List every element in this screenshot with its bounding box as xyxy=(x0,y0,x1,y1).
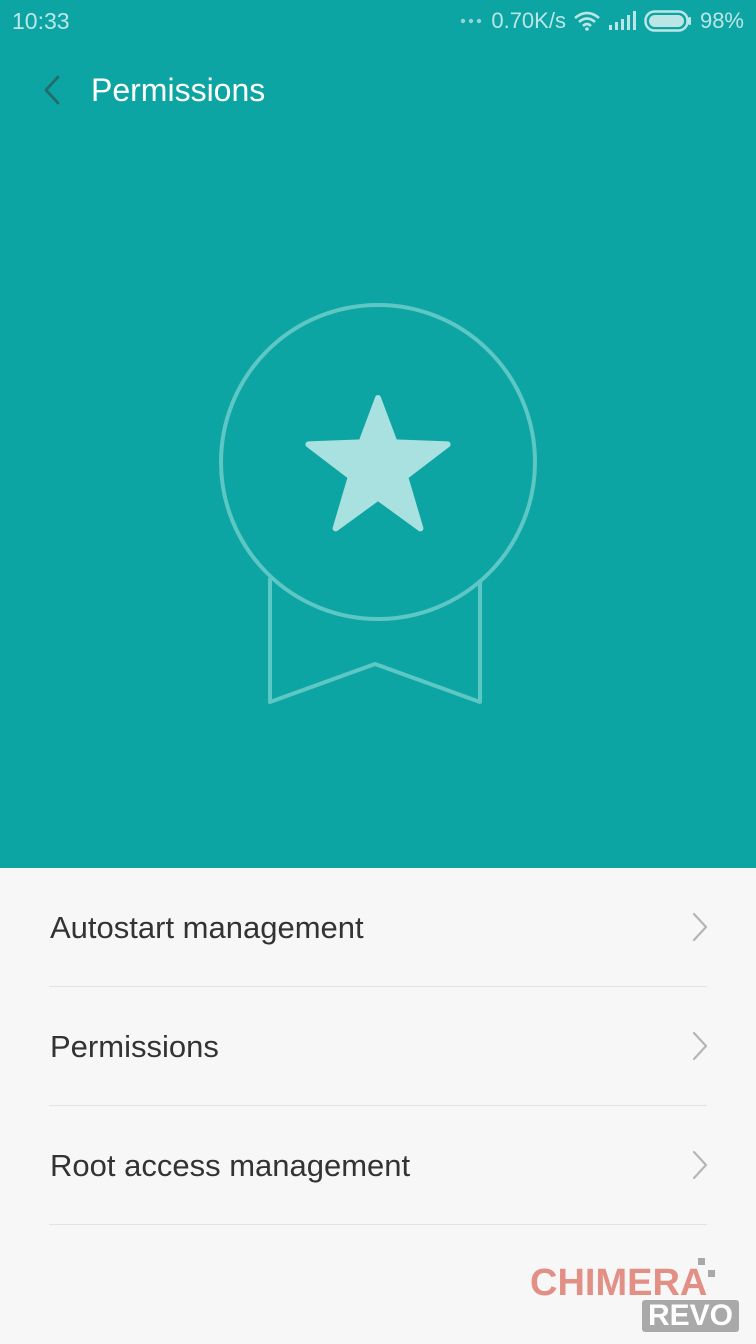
watermark-logo: CHIMERA REVO xyxy=(528,1256,746,1336)
back-button[interactable] xyxy=(30,64,74,116)
hero-banner: 10:33 0.70K/s 98% Permissions xyxy=(0,0,756,868)
signal-icon xyxy=(608,11,636,31)
chevron-right-icon xyxy=(692,1031,708,1061)
status-bar: 10:33 0.70K/s 98% xyxy=(0,0,756,44)
dots-icon xyxy=(459,17,483,25)
chevron-left-icon xyxy=(44,75,60,105)
watermark-dot xyxy=(708,1270,715,1277)
status-time: 10:33 xyxy=(12,8,70,34)
wifi-icon xyxy=(574,11,600,31)
page-title: Permissions xyxy=(91,72,266,108)
medal-star-icon xyxy=(219,303,537,704)
menu-item-label: Permissions xyxy=(50,1029,219,1064)
menu-item-label: Root access management xyxy=(50,1148,411,1183)
menu-item-label: Autostart management xyxy=(50,910,364,945)
menu-item-root-access-management[interactable]: Root access management xyxy=(0,1106,756,1225)
divider xyxy=(49,1224,707,1225)
chevron-right-icon xyxy=(692,1150,708,1180)
battery-percent: 98% xyxy=(699,8,744,33)
chevron-right-icon xyxy=(692,912,708,942)
status-indicators: 0.70K/s 98% xyxy=(459,8,744,34)
menu-list: Autostart management Permissions Root ac… xyxy=(0,868,756,1225)
watermark-text-bottom: REVO xyxy=(642,1300,740,1332)
menu-item-autostart-management[interactable]: Autostart management xyxy=(0,868,756,987)
screen: 10:33 0.70K/s 98% Permissions Autostart … xyxy=(0,0,756,1344)
menu-item-permissions[interactable]: Permissions xyxy=(0,987,756,1106)
battery-icon xyxy=(644,10,692,32)
network-speed: 0.70K/s xyxy=(491,8,566,33)
